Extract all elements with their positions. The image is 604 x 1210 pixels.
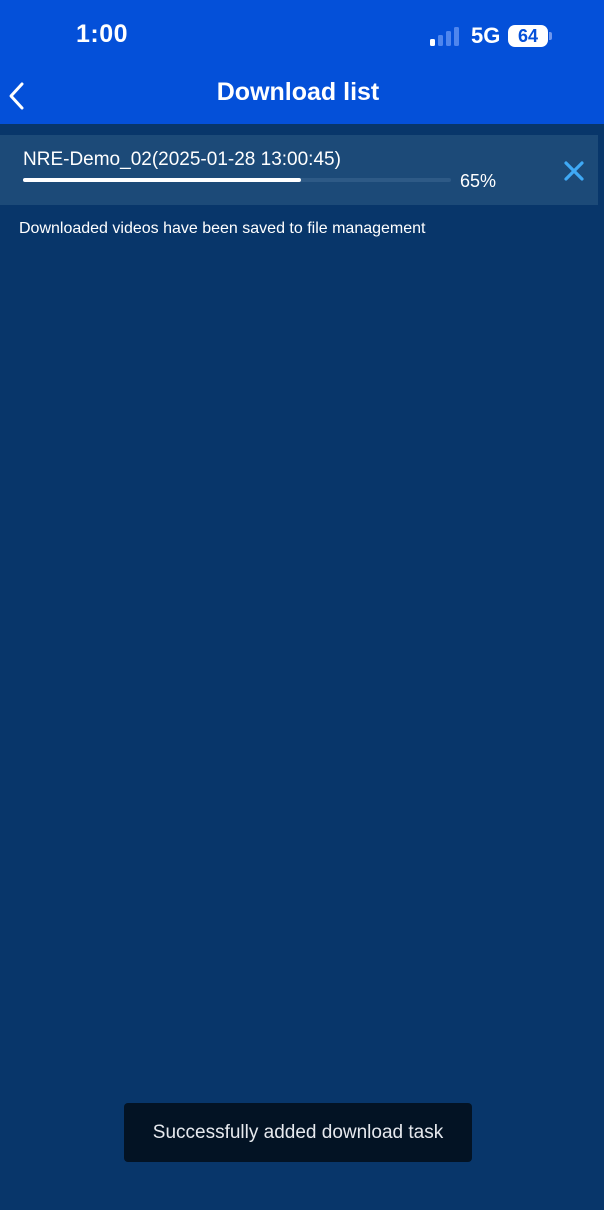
- download-progress-fill: [23, 178, 302, 182]
- saved-location-note: Downloaded videos have been saved to fil…: [19, 220, 426, 237]
- cellular-signal-icon: [430, 26, 462, 46]
- download-progress-bar: [23, 178, 451, 182]
- header-bar: 1:00 5G 64 Download list: [0, 0, 604, 124]
- toast-message: Successfully added download task: [124, 1103, 472, 1162]
- cancel-download-button[interactable]: [562, 159, 586, 183]
- download-progress-percent: 65%: [460, 171, 497, 191]
- status-time: 1:00: [76, 20, 129, 48]
- battery-tip: [549, 32, 552, 40]
- download-item[interactable]: NRE-Demo_02(2025-01-28 13:00:45) 65%: [0, 135, 598, 205]
- close-icon: [564, 161, 584, 181]
- download-list-screen: 1:00 5G 64 Download list NRE-Demo_02(202…: [0, 0, 604, 1210]
- page-title: Download list: [216, 78, 380, 106]
- battery-icon: 64: [508, 25, 548, 47]
- download-file-name: NRE-Demo_02(2025-01-28 13:00:45): [23, 149, 341, 170]
- battery-level: 64: [517, 26, 539, 46]
- network-type: 5G: [471, 23, 501, 48]
